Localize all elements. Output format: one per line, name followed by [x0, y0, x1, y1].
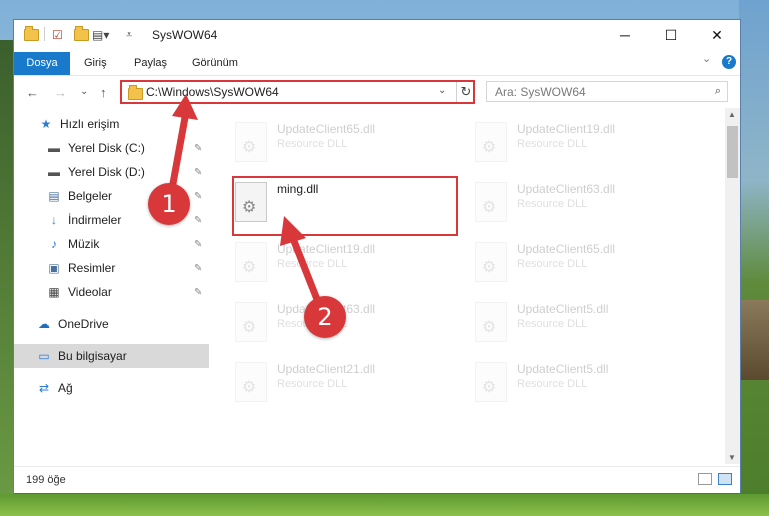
arrow-1-head — [172, 94, 198, 120]
callout-1: 1 — [148, 183, 190, 225]
callout-2: 2 — [304, 296, 346, 338]
annotation-arrows — [166, 94, 326, 316]
arrow-2-head — [280, 216, 306, 246]
